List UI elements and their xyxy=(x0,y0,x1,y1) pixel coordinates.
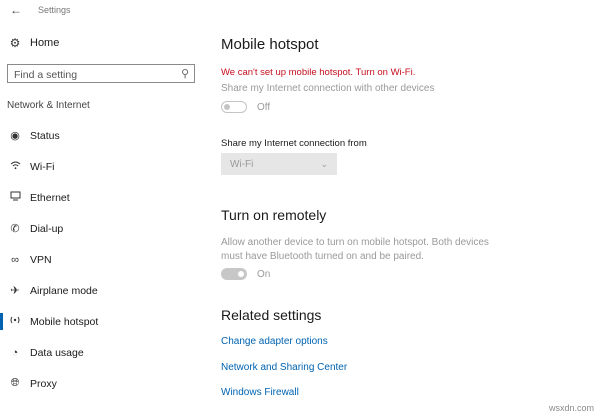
remote-description: Allow another device to turn on mobile h… xyxy=(221,237,489,262)
sidebar-item-label: Data usage xyxy=(30,346,84,359)
sidebar-item-mobile-hotspot[interactable]: Mobile hotspot xyxy=(0,306,205,337)
link-network-sharing-center[interactable]: Network and Sharing Center xyxy=(221,362,347,388)
gear-icon: ⚙ xyxy=(9,36,21,50)
sidebar-item-proxy[interactable]: 🌐︎ Proxy xyxy=(0,368,205,399)
toggle-knob xyxy=(238,271,244,277)
vpn-icon: ∞ xyxy=(11,253,19,266)
error-message: We can't set up mobile hotspot. Turn on … xyxy=(221,67,416,78)
sidebar-item-wifi[interactable]: Wi-Fi xyxy=(0,151,205,182)
remote-toggle[interactable] xyxy=(221,268,247,280)
sidebar-nav: ◉ Status Wi-Fi Ethernet ✆ Dial-up ∞ VPN … xyxy=(0,120,205,399)
sidebar-item-label: Ethernet xyxy=(30,191,70,204)
remote-toggle-row: On xyxy=(221,268,270,280)
sidebar-item-label: Wi-Fi xyxy=(30,160,55,173)
wifi-icon xyxy=(8,160,22,173)
share-toggle-row: Off xyxy=(221,101,270,113)
share-from-dropdown[interactable]: Wi-Fi ⌄ xyxy=(221,153,337,175)
sidebar-item-label: Home xyxy=(30,37,60,49)
chevron-down-icon: ⌄ xyxy=(320,158,328,169)
hotspot-icon xyxy=(8,315,22,328)
sidebar-item-label: Mobile hotspot xyxy=(30,315,99,328)
related-links: Change adapter options Network and Shari… xyxy=(221,336,347,413)
sidebar-item-airplane[interactable]: ✈ Airplane mode xyxy=(0,275,205,306)
share-from-value: Wi-Fi xyxy=(230,158,254,170)
proxy-icon: 🌐︎ xyxy=(10,377,20,389)
dialup-icon: ✆ xyxy=(10,223,20,235)
back-arrow-icon[interactable]: ← xyxy=(10,3,22,17)
link-change-adapter-options[interactable]: Change adapter options xyxy=(221,336,347,362)
remote-toggle-state: On xyxy=(257,268,271,280)
sidebar: ⚙ Home ⚲ Network & Internet ◉ Status Wi-… xyxy=(0,22,205,416)
sidebar-item-ethernet[interactable]: Ethernet xyxy=(0,182,205,213)
ethernet-icon xyxy=(8,191,22,204)
sidebar-item-label: Proxy xyxy=(30,377,57,390)
sidebar-item-label: VPN xyxy=(30,253,52,266)
sidebar-item-data-usage[interactable]: ◔ Data usage xyxy=(0,337,205,368)
remote-heading: Turn on remotely xyxy=(221,207,327,223)
sidebar-item-label: Status xyxy=(30,129,60,142)
sidebar-item-label: Airplane mode xyxy=(30,284,98,297)
app-title: Settings xyxy=(38,5,71,15)
related-heading: Related settings xyxy=(221,307,322,323)
link-windows-firewall[interactable]: Windows Firewall xyxy=(221,387,347,413)
share-toggle-state: Off xyxy=(257,101,271,113)
search-input[interactable] xyxy=(14,67,174,83)
search-icon[interactable]: ⚲ xyxy=(181,67,189,80)
sidebar-item-label: Dial-up xyxy=(30,222,64,235)
watermark: wsxdn.com xyxy=(548,403,594,413)
sidebar-item-vpn[interactable]: ∞ VPN xyxy=(0,244,205,275)
share-from-label: Share my Internet connection from xyxy=(221,138,367,149)
airplane-icon: ✈ xyxy=(10,285,20,297)
page-title: Mobile hotspot xyxy=(221,36,319,53)
sidebar-item-home[interactable]: ⚙ Home xyxy=(8,36,60,50)
section-heading: Network & Internet xyxy=(7,100,90,111)
search-box[interactable]: ⚲ xyxy=(7,64,195,83)
sidebar-item-status[interactable]: ◉ Status xyxy=(0,120,205,151)
share-toggle[interactable] xyxy=(221,101,247,113)
toggle-knob xyxy=(224,104,230,110)
title-bar: ← Settings xyxy=(0,0,600,22)
share-description: Share my Internet connection with other … xyxy=(221,83,435,94)
status-icon: ◉ xyxy=(10,130,20,142)
data-usage-icon: ◔ xyxy=(11,346,19,359)
sidebar-item-dialup[interactable]: ✆ Dial-up xyxy=(0,213,205,244)
